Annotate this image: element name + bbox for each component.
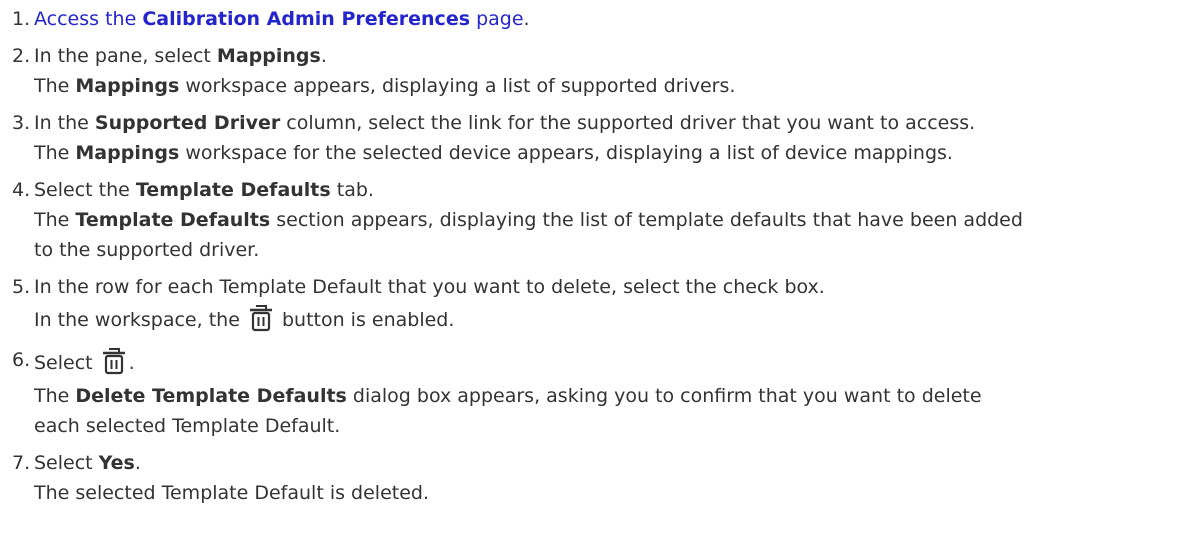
procedure-steps: 1. Access the Calibration Admin Preferen… [0,0,1195,508]
calibration-admin-preferences-link[interactable]: Access the Calibration Admin Preferences… [34,8,524,30]
trash-icon [101,345,127,375]
step-instruction: Select . [34,345,1195,381]
step-instruction: In the pane, select Mappings. [34,45,327,67]
step-result: The selected Template Default is deleted… [34,482,429,504]
trash-icon [248,302,274,332]
step-instruction: In the Supported Driver column, select t… [34,112,976,134]
step-2: 2. In the pane, select Mappings. The Map… [0,41,1195,101]
step-number: 3. [12,112,31,134]
step-instruction: In the row for each Template Default tha… [34,276,825,298]
step-3: 3. In the Supported Driver column, selec… [0,108,1195,168]
step-instruction: Select Yes. [34,452,141,474]
step-result: The Delete Template Defaults dialog box … [34,385,982,407]
step-number: 1. [12,8,31,30]
step-instruction: Access the Calibration Admin Preferences… [34,8,530,30]
step-result-continued: to the supported driver. [34,239,260,261]
step-result: The Mappings workspace for the selected … [34,142,953,164]
step-result: In the workspace, the button is enabled. [34,302,1195,338]
step-result: The Mappings workspace appears, displayi… [34,75,736,97]
step-number: 2. [12,45,31,67]
step-instruction: Select the Template Defaults tab. [34,179,374,201]
step-5: 5. In the row for each Template Default … [0,272,1195,338]
step-1: 1. Access the Calibration Admin Preferen… [0,4,1195,34]
step-number: 7. [12,452,31,474]
step-7: 7. Select Yes. The selected Template Def… [0,448,1195,508]
step-number: 5. [12,276,31,298]
step-number: 4. [12,179,31,201]
step-number: 6. [12,349,31,371]
step-result: The Template Defaults section appears, d… [34,209,1023,231]
step-6: 6. Select . The Delete Template Defaults… [0,345,1195,441]
step-result-continued: each selected Template Default. [34,415,341,437]
step-4: 4. Select the Template Defaults tab. The… [0,175,1195,265]
